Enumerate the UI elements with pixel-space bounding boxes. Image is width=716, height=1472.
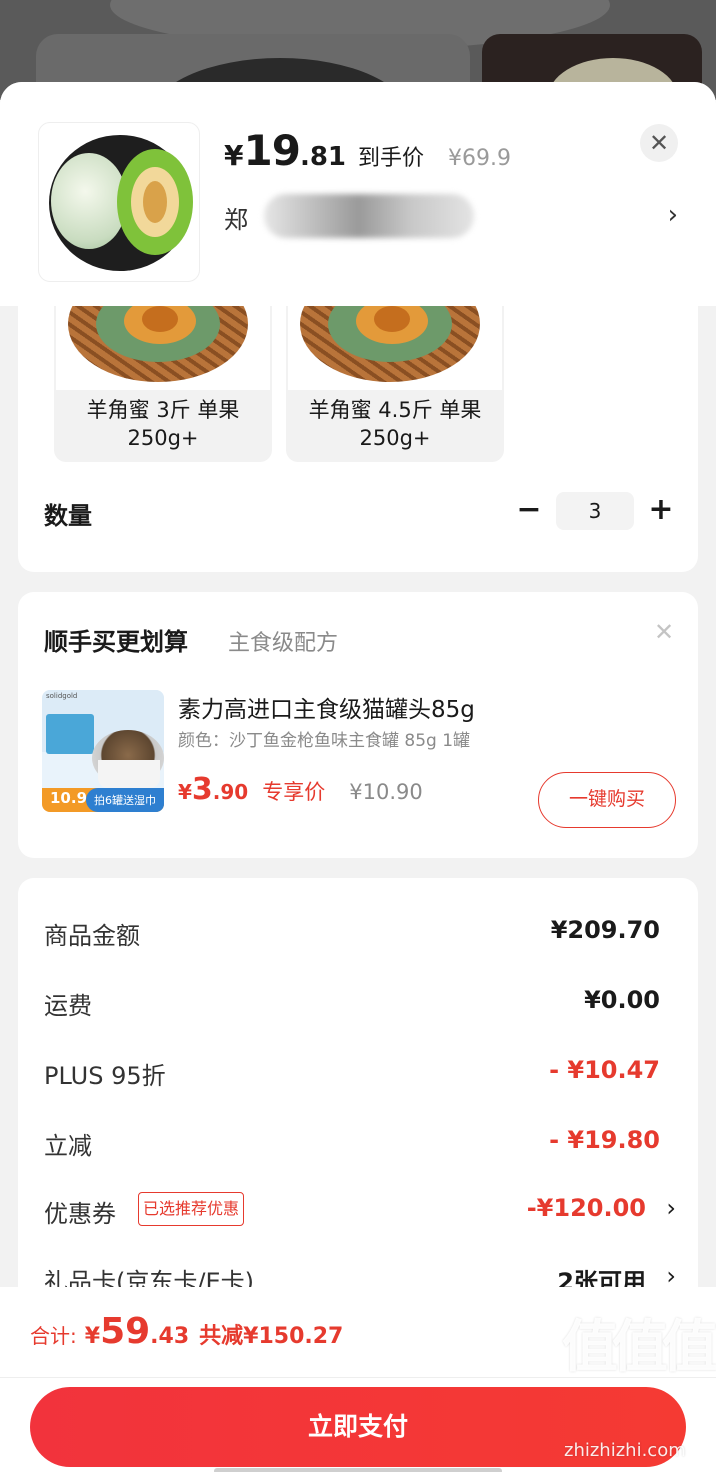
addon-title: 顺手买更划算 xyxy=(44,628,188,656)
order-total: 合计: ¥ 59 .43 共减¥150.27 xyxy=(30,1311,343,1352)
addon-price: ¥ 3 .90 专享价 ¥10.90 xyxy=(178,772,423,807)
address-redacted xyxy=(264,194,474,238)
summary-row-coupon[interactable]: 优惠券 已选推荐优惠 -¥120.00 › xyxy=(44,1190,676,1230)
total-integer: 59 xyxy=(100,1311,151,1352)
addon-price-integer: 3 xyxy=(191,772,213,807)
addon-price-label: 专享价 xyxy=(262,780,326,804)
summary-value: ¥209.70 xyxy=(550,916,660,944)
product-summary-header: ¥ 19 .81 到手价 ¥69.9 ✕ 郑 › xyxy=(0,82,716,306)
addon-product-spec: 颜色：沙丁鱼金枪鱼味主食罐 85g 1罐 xyxy=(178,731,471,751)
summary-key: PLUS 95折 xyxy=(44,1062,166,1090)
chevron-right-icon: › xyxy=(666,1262,676,1290)
address-text: 郑 xyxy=(224,206,248,234)
addon-product-name[interactable]: 素力高进口主食级猫罐头85g xyxy=(178,690,475,724)
summary-key: 商品金额 xyxy=(44,922,140,950)
chevron-right-icon: › xyxy=(667,200,678,230)
spec-image xyxy=(288,306,502,390)
summary-value: -¥120.00 xyxy=(526,1194,646,1222)
summary-value: - ¥10.47 xyxy=(549,1056,660,1084)
spec-option-1[interactable]: 羊角蜜 3斤 单果 250g+ xyxy=(54,306,272,462)
addon-promo-banner: 10.9 拍6罐送湿巾 xyxy=(42,788,164,812)
chevron-right-icon: › xyxy=(666,1194,676,1222)
addon-subtitle: 主食级配方 xyxy=(228,631,339,656)
total-label: 合计: xyxy=(30,1324,77,1348)
one-click-buy-button[interactable]: 一键购买 xyxy=(538,772,676,828)
addon-product-image[interactable]: solidgold 10.9 拍6罐送湿巾 xyxy=(42,690,164,812)
spec-option-2[interactable]: 羊角蜜 4.5斤 单果 250g+ xyxy=(286,306,504,462)
watermark-logo: 值值值 xyxy=(562,1315,716,1380)
final-price: ¥ 19 .81 到手价 ¥69.9 xyxy=(224,126,511,175)
addon-image-brand: solidgold xyxy=(46,692,78,700)
spec-image xyxy=(56,306,270,390)
checkout-sheet: ¥ 19 .81 到手价 ¥69.9 ✕ 郑 › 羊角蜜 3斤 单果 250g+ xyxy=(0,82,716,1472)
summary-row-subtotal: 商品金额 ¥209.70 xyxy=(44,912,676,952)
addon-recommendation-card: 顺手买更划算 主食级配方 ✕ solidgold 10.9 拍6罐送湿巾 素力高… xyxy=(18,592,698,858)
quantity-increase-button[interactable]: + xyxy=(644,490,678,530)
coupon-badge: 已选推荐优惠 xyxy=(138,1192,245,1226)
addon-promo-price: 10.9 xyxy=(50,789,88,807)
close-button[interactable]: ✕ xyxy=(640,124,678,162)
spec-label: 羊角蜜 3斤 单果 250g+ xyxy=(86,398,240,450)
summary-row-shipping: 运费 ¥0.00 xyxy=(44,982,676,1022)
spec-quantity-card: 羊角蜜 3斤 单果 250g+ 羊角蜜 4.5斤 单果 250g+ 数量 − 3… xyxy=(18,306,698,572)
original-price: ¥69.9 xyxy=(448,146,511,171)
summary-row-plus-discount: PLUS 95折 - ¥10.47 xyxy=(44,1052,676,1092)
summary-row-instant-discount: 立减 - ¥19.80 xyxy=(44,1122,676,1162)
price-currency: ¥ xyxy=(224,139,244,172)
addon-price-currency: ¥ xyxy=(178,780,192,804)
close-icon: ✕ xyxy=(648,129,670,157)
quantity-label: 数量 xyxy=(44,502,92,530)
site-watermark: 值值值 zhizhizhi.com xyxy=(562,1302,716,1472)
summary-value: - ¥19.80 xyxy=(549,1126,660,1154)
summary-key: 运费 xyxy=(44,992,92,1020)
product-thumbnail xyxy=(38,122,200,282)
spec-label: 羊角蜜 4.5斤 单果 250g+ xyxy=(308,398,482,450)
quantity-input[interactable]: 3 xyxy=(556,492,634,530)
addon-promo-text: 拍6罐送湿巾 xyxy=(94,794,156,807)
price-label: 到手价 xyxy=(358,146,425,171)
home-indicator xyxy=(214,1468,502,1472)
total-currency: ¥ xyxy=(84,1324,101,1349)
addon-original-price: ¥10.90 xyxy=(349,780,423,804)
summary-value: ¥0.00 xyxy=(584,986,660,1014)
quantity-decrease-button[interactable]: − xyxy=(512,490,546,530)
summary-key: 优惠券 xyxy=(44,1200,116,1228)
addon-price-decimal: .90 xyxy=(212,780,249,804)
watermark-url: zhizhizhi.com xyxy=(564,1440,686,1461)
total-decimal: .43 xyxy=(150,1324,190,1349)
address-selector[interactable]: 郑 › xyxy=(224,194,684,238)
summary-key: 立减 xyxy=(44,1132,92,1160)
total-saved: 共减¥150.27 xyxy=(199,1324,344,1349)
price-integer: 19 xyxy=(243,126,300,175)
order-summary-card: 商品金额 ¥209.70 运费 ¥0.00 PLUS 95折 - ¥10.47 … xyxy=(18,878,698,1298)
price-decimal: .81 xyxy=(299,142,346,172)
close-icon[interactable]: ✕ xyxy=(654,618,674,646)
